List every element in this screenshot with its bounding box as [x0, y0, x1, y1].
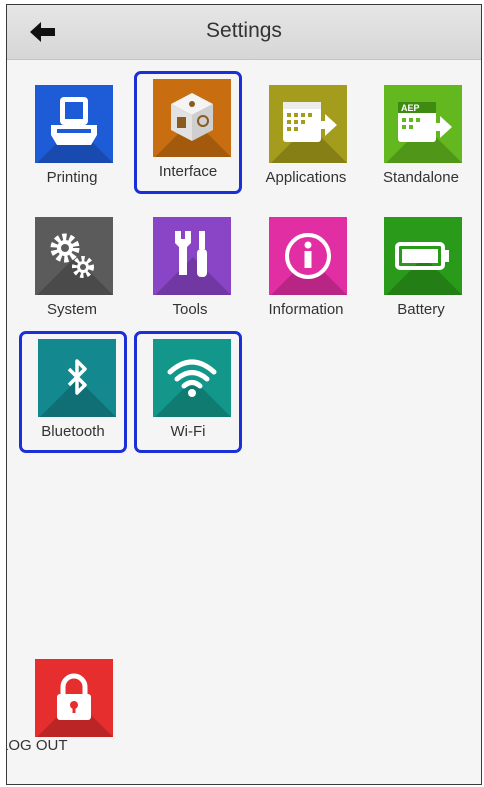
interface-cube-icon — [153, 79, 231, 157]
tile-interface[interactable]: Interface — [134, 71, 242, 194]
tile-label: Interface — [158, 163, 218, 180]
tile-system[interactable]: System — [16, 209, 128, 321]
applications-icon — [269, 85, 347, 163]
standalone-aep-icon: AEP — [384, 85, 462, 163]
tile-label: Tools — [172, 301, 208, 318]
printer-icon — [35, 85, 113, 163]
tile-printing[interactable]: Printing — [16, 77, 128, 189]
gears-icon — [35, 217, 113, 295]
bluetooth-icon — [38, 339, 116, 417]
tile-label: Battery — [397, 301, 445, 318]
tile-applications[interactable]: Applications — [250, 77, 362, 189]
tile-label: System — [46, 301, 97, 318]
logout-label: LOG OUT — [6, 737, 68, 754]
wifi-icon — [153, 339, 231, 417]
svg-text:AEP: AEP — [401, 103, 420, 113]
tile-wifi[interactable]: Wi-Fi — [134, 331, 242, 453]
tile-label: Bluetooth — [41, 423, 105, 440]
info-icon — [269, 217, 347, 295]
tile-tools[interactable]: Tools — [134, 209, 246, 321]
tile-bluetooth[interactable]: Bluetooth — [19, 331, 127, 453]
tile-label: Applications — [265, 169, 347, 186]
tile-label: Standalone — [383, 169, 459, 186]
tile-standalone[interactable]: AEP Standalone — [365, 77, 477, 189]
logout-button[interactable]: LOG OUT — [7, 651, 128, 763]
tile-label: Wi-Fi — [170, 423, 206, 440]
tile-label: Printing — [46, 169, 98, 186]
settings-screen: Settings Printing Interface Applications… — [6, 4, 482, 785]
page-title: Settings — [206, 19, 282, 42]
padlock-icon — [35, 659, 113, 737]
header-bar: Settings — [7, 5, 481, 60]
tools-icon — [153, 217, 231, 295]
tile-information[interactable]: Information — [250, 209, 362, 321]
tile-battery[interactable]: Battery — [365, 209, 477, 321]
battery-icon — [384, 217, 462, 295]
tile-label: Information — [268, 301, 344, 318]
